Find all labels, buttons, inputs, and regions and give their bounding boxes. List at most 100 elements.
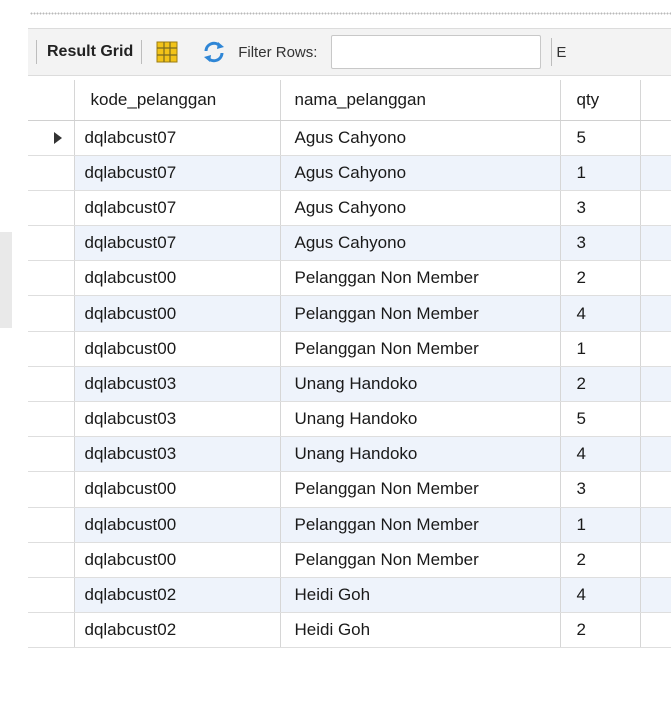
table-row[interactable]: dqlabcust03 Unang Handoko 4: [28, 436, 671, 473]
cell-filler: [640, 436, 671, 473]
cell-nama-pelanggan[interactable]: Agus Cahyono: [280, 190, 561, 227]
cell-nama-pelanggan[interactable]: Agus Cahyono: [280, 120, 561, 156]
cell-nama-pelanggan[interactable]: Heidi Goh: [280, 577, 561, 614]
cell-kode-pelanggan[interactable]: dqlabcust00: [74, 542, 281, 578]
cell-nama-pelanggan[interactable]: Pelanggan Non Member: [280, 507, 561, 543]
row-marker[interactable]: [28, 366, 75, 403]
row-marker[interactable]: [28, 331, 75, 367]
cell-filler: [640, 120, 671, 156]
row-marker[interactable]: [28, 190, 75, 227]
cell-qty[interactable]: 2: [560, 366, 641, 403]
cell-qty[interactable]: 3: [560, 190, 641, 227]
row-marker[interactable]: [28, 401, 75, 438]
cell-filler: [640, 401, 671, 438]
table-row[interactable]: dqlabcust03 Unang Handoko 2: [28, 366, 671, 403]
table-row[interactable]: dqlabcust07 Agus Cahyono 3: [28, 190, 671, 227]
cell-kode-pelanggan[interactable]: dqlabcust07: [74, 120, 281, 156]
cell-kode-pelanggan[interactable]: dqlabcust00: [74, 295, 281, 332]
table-row[interactable]: dqlabcust00 Pelanggan Non Member 2: [28, 260, 671, 297]
cell-kode-pelanggan[interactable]: dqlabcust03: [74, 436, 281, 473]
cell-qty[interactable]: 1: [560, 331, 641, 367]
column-header-filler: [640, 80, 671, 121]
row-marker[interactable]: [28, 225, 75, 262]
cell-nama-pelanggan[interactable]: Pelanggan Non Member: [280, 542, 561, 578]
cell-qty[interactable]: 3: [560, 225, 641, 262]
grid-layout-icon[interactable]: [156, 41, 178, 63]
cell-filler: [640, 260, 671, 297]
cell-qty[interactable]: 1: [560, 507, 641, 543]
row-marker[interactable]: [28, 577, 75, 614]
cell-nama-pelanggan[interactable]: Unang Handoko: [280, 366, 561, 403]
row-marker-header: [28, 80, 75, 121]
toolbar-separator: [551, 38, 553, 66]
cell-nama-pelanggan[interactable]: Unang Handoko: [280, 401, 561, 438]
refresh-icon[interactable]: [202, 40, 226, 64]
cell-qty[interactable]: 4: [560, 436, 641, 473]
row-marker[interactable]: [28, 542, 75, 578]
cell-nama-pelanggan[interactable]: Pelanggan Non Member: [280, 471, 561, 508]
cell-kode-pelanggan[interactable]: dqlabcust03: [74, 366, 281, 403]
table-row[interactable]: dqlabcust02 Heidi Goh 2: [28, 612, 671, 649]
table-row[interactable]: dqlabcust00 Pelanggan Non Member 1: [28, 331, 671, 367]
left-edge-rail: [0, 232, 12, 328]
cell-filler: [640, 331, 671, 367]
row-marker[interactable]: [28, 155, 75, 191]
cell-qty[interactable]: 2: [560, 542, 641, 578]
table-row[interactable]: dqlabcust07 Agus Cahyono 3: [28, 225, 671, 262]
cell-nama-pelanggan[interactable]: Unang Handoko: [280, 436, 561, 473]
cell-qty[interactable]: 3: [560, 471, 641, 508]
column-header-kode-pelanggan[interactable]: kode_pelanggan: [74, 80, 281, 121]
column-header-nama-pelanggan[interactable]: nama_pelanggan: [280, 80, 561, 121]
cell-filler: [640, 471, 671, 508]
cell-filler: [640, 366, 671, 403]
cell-filler: [640, 612, 671, 649]
row-marker[interactable]: [28, 471, 75, 508]
cell-kode-pelanggan[interactable]: dqlabcust03: [74, 401, 281, 438]
cell-qty[interactable]: 1: [560, 155, 641, 191]
result-grid-tab[interactable]: Result Grid: [47, 43, 133, 61]
row-marker[interactable]: [28, 295, 75, 332]
cell-nama-pelanggan[interactable]: Pelanggan Non Member: [280, 260, 561, 297]
cell-filler: [640, 225, 671, 262]
row-marker[interactable]: [28, 436, 75, 473]
column-header-qty[interactable]: qty: [560, 80, 641, 121]
row-marker[interactable]: [28, 507, 75, 543]
filter-rows-input[interactable]: [331, 35, 542, 69]
cell-nama-pelanggan[interactable]: Pelanggan Non Member: [280, 295, 561, 332]
row-marker[interactable]: [28, 612, 75, 649]
table-row[interactable]: dqlabcust03 Unang Handoko 5: [28, 401, 671, 438]
cell-nama-pelanggan[interactable]: Agus Cahyono: [280, 155, 561, 191]
table-row[interactable]: dqlabcust00 Pelanggan Non Member 3: [28, 471, 671, 508]
cell-nama-pelanggan[interactable]: Agus Cahyono: [280, 225, 561, 262]
table-row[interactable]: dqlabcust02 Heidi Goh 4: [28, 577, 671, 614]
cell-kode-pelanggan[interactable]: dqlabcust07: [74, 225, 281, 262]
cell-kode-pelanggan[interactable]: dqlabcust02: [74, 612, 281, 649]
cell-filler: [640, 507, 671, 543]
toolbar-truncated-item[interactable]: E: [556, 44, 566, 61]
table-row[interactable]: dqlabcust07 Agus Cahyono 1: [28, 155, 671, 191]
panel-splitter-dots[interactable]: [30, 12, 671, 18]
cell-kode-pelanggan[interactable]: dqlabcust07: [74, 155, 281, 191]
cell-kode-pelanggan[interactable]: dqlabcust00: [74, 331, 281, 367]
table-row[interactable]: dqlabcust00 Pelanggan Non Member 2: [28, 542, 671, 578]
table-row[interactable]: dqlabcust00 Pelanggan Non Member 4: [28, 295, 671, 332]
cell-kode-pelanggan[interactable]: dqlabcust00: [74, 471, 281, 508]
cell-filler: [640, 542, 671, 578]
cell-kode-pelanggan[interactable]: dqlabcust00: [74, 260, 281, 297]
table-row[interactable]: dqlabcust07 Agus Cahyono 5: [28, 120, 671, 156]
cell-nama-pelanggan[interactable]: Pelanggan Non Member: [280, 331, 561, 367]
cell-filler: [640, 295, 671, 332]
cell-kode-pelanggan[interactable]: dqlabcust02: [74, 577, 281, 614]
row-marker[interactable]: [28, 120, 75, 156]
cell-kode-pelanggan[interactable]: dqlabcust07: [74, 190, 281, 227]
cell-qty[interactable]: 2: [560, 260, 641, 297]
cell-qty[interactable]: 2: [560, 612, 641, 649]
cell-qty[interactable]: 5: [560, 401, 641, 438]
cell-kode-pelanggan[interactable]: dqlabcust00: [74, 507, 281, 543]
cell-qty[interactable]: 4: [560, 295, 641, 332]
row-marker[interactable]: [28, 260, 75, 297]
cell-nama-pelanggan[interactable]: Heidi Goh: [280, 612, 561, 649]
table-row[interactable]: dqlabcust00 Pelanggan Non Member 1: [28, 507, 671, 543]
cell-qty[interactable]: 5: [560, 120, 641, 156]
cell-qty[interactable]: 4: [560, 577, 641, 614]
